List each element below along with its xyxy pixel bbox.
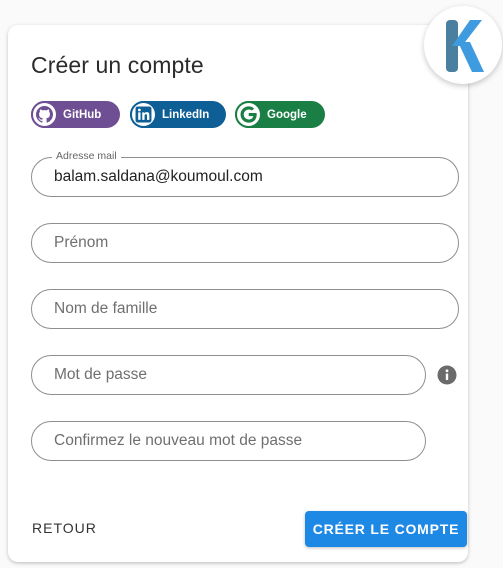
google-label: Google bbox=[267, 108, 307, 121]
email-input[interactable] bbox=[32, 158, 458, 196]
page-title: Créer un compte bbox=[31, 52, 204, 78]
google-icon bbox=[235, 101, 262, 128]
linkedin-login-button[interactable]: LinkedIn bbox=[130, 101, 226, 128]
email-field: Adresse mail bbox=[31, 150, 459, 197]
linkedin-label: LinkedIn bbox=[162, 108, 210, 121]
create-account-button[interactable]: CRÉER LE COMPTE bbox=[305, 511, 467, 547]
linkedin-icon bbox=[130, 101, 157, 128]
github-login-button[interactable]: GitHub bbox=[31, 101, 120, 128]
github-icon bbox=[31, 101, 58, 128]
password-field bbox=[31, 355, 426, 395]
koumoul-logo bbox=[424, 6, 502, 84]
confirm-password-field bbox=[31, 421, 426, 461]
firstname-field bbox=[31, 223, 459, 263]
back-button[interactable]: RETOUR bbox=[32, 520, 97, 536]
google-login-button[interactable]: Google bbox=[235, 101, 325, 128]
firstname-input[interactable] bbox=[32, 224, 458, 262]
lastname-input[interactable] bbox=[32, 290, 458, 328]
info-icon[interactable] bbox=[437, 365, 457, 385]
github-label: GitHub bbox=[63, 108, 102, 121]
koumoul-k-logo-icon bbox=[446, 20, 484, 72]
confirm-password-input[interactable] bbox=[32, 422, 425, 460]
password-input[interactable] bbox=[32, 356, 425, 394]
lastname-field bbox=[31, 289, 459, 329]
